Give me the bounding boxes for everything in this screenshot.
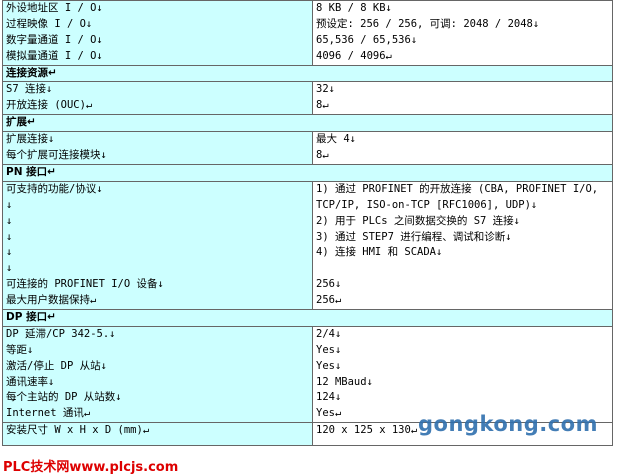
section-header: PN 接口↵: [2, 163, 613, 182]
label-line: Internet 通讯↵: [6, 407, 91, 420]
value-line: 8↵: [316, 99, 329, 112]
table-row: 扩展连接↓ 每个扩展可连接模块↓ 最大 4↓ 8↵: [2, 131, 613, 165]
row-label-cell: 扩展连接↓ 每个扩展可连接模块↓: [2, 131, 313, 165]
section-row: PN 接口↵: [2, 163, 613, 182]
label-line: 最大用户数据保持↵: [6, 294, 97, 307]
section-header: 连接资源↵: [2, 64, 613, 83]
row-label-cell: DP 延滞/CP 342-5.↓ 等距↓ 激活/停止 DP 从站↓ 通讯速率↓ 每个主站…: [2, 325, 313, 424]
spec-table-body: 外设地址区 I / O↓ 过程映像 I / O↓ 数字量通道 I / O↓ 模拟量通道…: [2, 0, 613, 447]
value-line: TCP/IP, ISO-on-TCP [RFC1006], UDP)↓: [316, 198, 538, 211]
label-line: 开放连接 (OUC)↵: [6, 99, 93, 112]
label-line: ↓: [6, 198, 13, 211]
value-line: 3) 通过 STEP7 进行编程、调试和诊断↓: [316, 230, 512, 243]
row-label-cell: 可支持的功能/协议↓ ↓ ↓ ↓ ↓ ↓ 可连接的 PROFINET I/O 设备↓ 最大用户…: [2, 180, 313, 310]
value-line: 最大 4↓: [316, 133, 356, 146]
value-line: 8 KB / 8 KB↓: [316, 2, 392, 14]
label-line: ↓: [6, 262, 13, 275]
value-line: Yes↓: [316, 359, 342, 372]
section-row: DP 接口↵: [2, 308, 613, 327]
label-line: 每个主站的 DP 从站数↓: [6, 391, 122, 404]
value-line: 2/4↓: [316, 327, 342, 340]
value-line: [316, 261, 609, 277]
label-line: 每个扩展可连接模块↓: [6, 149, 107, 162]
label-line: ↓: [6, 230, 13, 243]
row-value-cell: 2/4↓ Yes↓ Yes↓ 12 MBaud↓ 124↓ Yes↵: [312, 325, 613, 424]
value-line: 12 MBaud↓: [316, 375, 373, 388]
value-line: 4) 连接 HMI 和 SCADA↓: [316, 246, 443, 259]
label-line: 外设地址区 I / O↓: [6, 2, 103, 14]
row-label-cell: S7 连接↓ 开放连接 (OUC)↵: [2, 81, 313, 116]
section-row: 扩展↵: [2, 114, 613, 133]
value-line: Yes↓: [316, 343, 342, 356]
plcjs-watermark: PLC技术网www.plcjs.com: [3, 460, 179, 475]
row-label-cell: 安装尺寸 W x H x D (mm)↵: [2, 422, 313, 447]
label-line: 通讯速率↓: [6, 375, 55, 388]
label-line: 过程映像 I / O↓: [6, 17, 93, 30]
value-line: 4096 / 4096↵: [316, 49, 392, 62]
label-line: ↓: [6, 214, 13, 227]
gongkong-watermark: gongkong.com: [418, 412, 598, 436]
section-row: 连接资源↵: [2, 64, 613, 83]
label-line: 扩展连接↓: [6, 133, 55, 146]
value-line: 预设定: 256 / 256, 可调: 2048 / 2048↓: [316, 17, 540, 30]
table-row: DP 延滞/CP 342-5.↓ 等距↓ 激活/停止 DP 从站↓ 通讯速率↓ 每个主站…: [2, 325, 613, 424]
value-line: 256↵: [316, 294, 342, 307]
value-line: 32↓: [316, 83, 335, 96]
spec-table: 外设地址区 I / O↓ 过程映像 I / O↓ 数字量通道 I / O↓ 模拟量通道…: [2, 0, 613, 447]
label-line: 可支持的功能/协议↓: [6, 182, 103, 195]
label-line: 等距↓: [6, 343, 34, 356]
label-line: 可连接的 PROFINET I/O 设备↓: [6, 278, 164, 291]
value-line: 1) 通过 PROFINET 的开放连接 (CBA, PROFINET I/O,: [316, 182, 599, 195]
row-value-cell: 8 KB / 8 KB↓ 预设定: 256 / 256, 可调: 2048 / 2…: [312, 0, 613, 66]
label-line: DP 延滞/CP 342-5.↓: [6, 327, 116, 340]
label-line: ↓: [6, 246, 13, 259]
label-line: S7 连接↓: [6, 83, 53, 96]
label-line: 安装尺寸 W x H x D (mm)↵: [6, 424, 150, 437]
value-line: 65,536 / 65,536↓: [316, 33, 418, 46]
label-line: 激活/停止 DP 从站↓: [6, 359, 107, 372]
label-line: 模拟量通道 I / O↓: [6, 49, 103, 62]
value-line: 256↓: [316, 278, 342, 291]
section-header: 扩展↵: [2, 114, 613, 133]
table-row: 可支持的功能/协议↓ ↓ ↓ ↓ ↓ ↓ 可连接的 PROFINET I/O 设备↓ 最大用户…: [2, 180, 613, 310]
label-line: 数字量通道 I / O↓: [6, 33, 103, 46]
value-line: 2) 用于 PLCs 之间数据交换的 S7 连接↓: [316, 214, 521, 227]
row-value-cell: 1) 通过 PROFINET 的开放连接 (CBA, PROFINET I/O,…: [312, 180, 613, 310]
row-value-cell: 32↓ 8↵: [312, 81, 613, 116]
table-row: 外设地址区 I / O↓ 过程映像 I / O↓ 数字量通道 I / O↓ 模拟量通道…: [2, 0, 613, 66]
row-label-cell: 外设地址区 I / O↓ 过程映像 I / O↓ 数字量通道 I / O↓ 模拟量通道…: [2, 0, 313, 66]
table-row: S7 连接↓ 开放连接 (OUC)↵ 32↓ 8↵: [2, 81, 613, 116]
row-value-cell: 最大 4↓ 8↵: [312, 131, 613, 165]
value-line: 8↵: [316, 149, 329, 162]
value-line: 124↓: [316, 391, 342, 404]
section-header: DP 接口↵: [2, 308, 613, 327]
